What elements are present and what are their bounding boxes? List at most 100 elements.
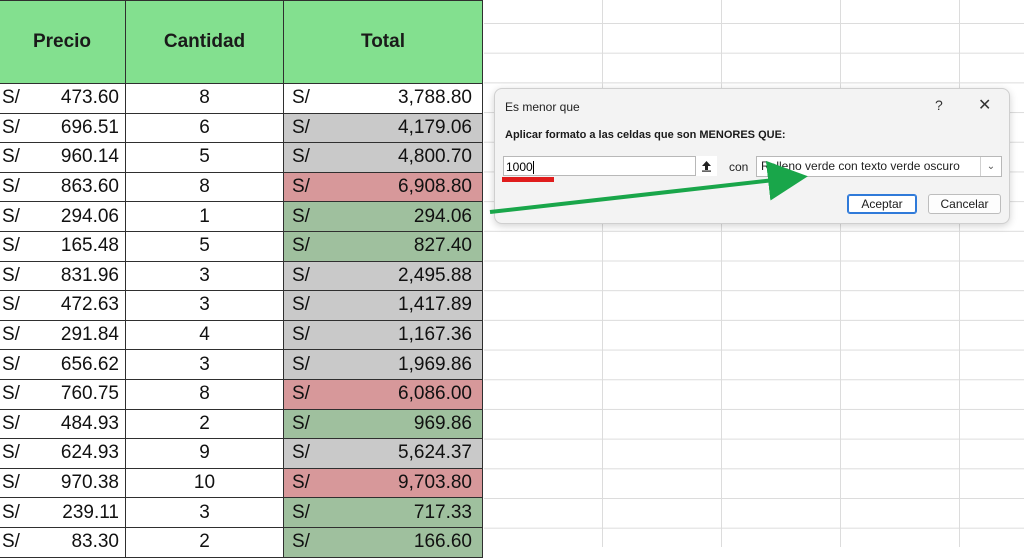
total-cell[interactable]: S/1,969.86	[283, 349, 483, 380]
header-cantidad[interactable]: Cantidad	[125, 0, 284, 84]
cantidad-cell[interactable]: 4	[125, 319, 284, 351]
value-input[interactable]: 1000	[503, 156, 717, 176]
table-row: S/484.93 2 S/969.86	[0, 408, 483, 440]
cantidad-cell[interactable]: 5	[125, 230, 284, 262]
table-row: S/291.84 4 S/1,167.36	[0, 319, 483, 351]
cancel-button[interactable]: Cancelar	[928, 194, 1001, 214]
table-row: S/472.63 3 S/1,417.89	[0, 290, 483, 321]
precio-cell[interactable]: S/484.93	[0, 408, 126, 440]
currency-symbol: S/	[2, 353, 20, 375]
close-icon[interactable]: ✕	[978, 95, 991, 115]
con-label: con	[729, 160, 749, 174]
precio-value: 863.60	[60, 176, 119, 198]
cantidad-cell[interactable]: 3	[125, 349, 284, 380]
currency-symbol: S/	[2, 264, 20, 286]
cantidad-cell[interactable]: 6	[125, 112, 284, 144]
currency-symbol: S/	[292, 235, 310, 257]
cantidad-cell[interactable]: 5	[125, 142, 284, 173]
precio-cell[interactable]: S/83.30	[0, 526, 126, 558]
total-value: 5,624.37	[398, 442, 472, 464]
precio-cell[interactable]: S/831.96	[0, 260, 126, 292]
currency-symbol: S/	[292, 205, 310, 227]
total-value: 3,788.80	[398, 87, 472, 109]
table-row: S/656.62 3 S/1,969.86	[0, 349, 483, 380]
total-cell[interactable]: S/717.33	[283, 497, 483, 528]
cantidad-cell[interactable]: 8	[125, 378, 284, 410]
total-cell[interactable]: S/1,417.89	[283, 290, 483, 321]
cantidad-cell[interactable]: 8	[125, 171, 284, 203]
total-cell[interactable]: S/4,800.70	[283, 142, 483, 173]
help-icon[interactable]: ?	[935, 97, 943, 113]
cantidad-cell[interactable]: 1	[125, 201, 284, 232]
cantidad-cell[interactable]: 8	[125, 83, 284, 114]
total-value: 717.33	[413, 501, 472, 523]
precio-cell[interactable]: S/624.93	[0, 438, 126, 469]
header-total[interactable]: Total	[283, 0, 483, 84]
total-value: 1,969.86	[398, 353, 472, 375]
total-cell[interactable]: S/294.06	[283, 201, 483, 232]
cantidad-cell[interactable]: 2	[125, 408, 284, 440]
total-cell[interactable]: S/827.40	[283, 230, 483, 262]
total-value: 6,086.00	[398, 383, 472, 405]
table-row: S/165.48 5 S/827.40	[0, 230, 483, 262]
precio-value: 291.84	[60, 324, 119, 346]
header-precio[interactable]: Precio	[0, 0, 126, 84]
cantidad-cell[interactable]: 3	[125, 290, 284, 321]
precio-value: 472.63	[60, 294, 119, 316]
currency-symbol: S/	[2, 501, 20, 523]
precio-cell[interactable]: S/472.63	[0, 290, 126, 321]
table-row: S/83.30 2 S/166.60	[0, 526, 483, 558]
table-row: S/760.75 8 S/6,086.00	[0, 378, 483, 410]
cantidad-cell[interactable]: 10	[125, 467, 284, 499]
instruction-label: Aplicar formato a las celdas que son MEN…	[505, 129, 786, 141]
precio-cell[interactable]: S/863.60	[0, 171, 126, 203]
currency-symbol: S/	[292, 264, 310, 286]
total-cell[interactable]: S/3,788.80	[283, 83, 483, 114]
data-table: Precio Cantidad Total S/473.60 8 S/3,788.8…	[0, 0, 483, 558]
precio-cell[interactable]: S/165.48	[0, 230, 126, 262]
format-select[interactable]: Relleno verde con texto verde oscuro ⌄	[756, 156, 1002, 177]
red-underline-annotation	[502, 177, 554, 182]
cantidad-cell[interactable]: 3	[125, 497, 284, 528]
cantidad-cell[interactable]: 3	[125, 260, 284, 292]
total-cell[interactable]: S/166.60	[283, 526, 483, 558]
total-cell[interactable]: S/9,703.80	[283, 467, 483, 499]
chevron-down-icon[interactable]: ⌄	[980, 157, 1001, 176]
total-cell[interactable]: S/6,908.80	[283, 171, 483, 203]
total-value: 827.40	[413, 235, 472, 257]
total-cell[interactable]: S/1,167.36	[283, 319, 483, 351]
total-value: 1,417.89	[398, 294, 472, 316]
total-cell[interactable]: S/6,086.00	[283, 378, 483, 410]
header-row: Precio Cantidad Total	[0, 0, 483, 84]
total-cell[interactable]: S/4,179.06	[283, 112, 483, 144]
conditional-format-dialog: Es menor que ? ✕ Aplicar formato a las c…	[494, 88, 1010, 224]
precio-cell[interactable]: S/291.84	[0, 319, 126, 351]
precio-cell[interactable]: S/970.38	[0, 467, 126, 499]
precio-cell[interactable]: S/656.62	[0, 349, 126, 380]
total-cell[interactable]: S/5,624.37	[283, 438, 483, 469]
precio-cell[interactable]: S/760.75	[0, 378, 126, 410]
currency-symbol: S/	[292, 87, 310, 109]
total-cell[interactable]: S/2,495.88	[283, 260, 483, 292]
format-selected-text: Relleno verde con texto verde oscuro	[761, 159, 960, 173]
total-value: 1,167.36	[398, 324, 472, 346]
total-cell[interactable]: S/969.86	[283, 408, 483, 440]
precio-cell[interactable]: S/294.06	[0, 201, 126, 232]
precio-cell[interactable]: S/960.14	[0, 142, 126, 173]
accept-button[interactable]: Aceptar	[847, 194, 917, 214]
currency-symbol: S/	[2, 116, 20, 138]
cantidad-cell[interactable]: 9	[125, 438, 284, 469]
precio-cell[interactable]: S/239.11	[0, 497, 126, 528]
table-row: S/239.11 3 S/717.33	[0, 497, 483, 528]
currency-symbol: S/	[2, 472, 20, 494]
currency-symbol: S/	[2, 176, 20, 198]
precio-cell[interactable]: S/696.51	[0, 112, 126, 144]
table-row: S/970.38 10 S/9,703.80	[0, 467, 483, 499]
upload-arrow-icon[interactable]	[695, 156, 717, 176]
precio-value: 624.93	[60, 442, 119, 464]
cantidad-cell[interactable]: 2	[125, 526, 284, 558]
precio-value: 239.11	[62, 501, 119, 523]
currency-symbol: S/	[292, 294, 310, 316]
precio-cell[interactable]: S/473.60	[0, 83, 126, 114]
table-row: S/294.06 1 S/294.06	[0, 201, 483, 232]
